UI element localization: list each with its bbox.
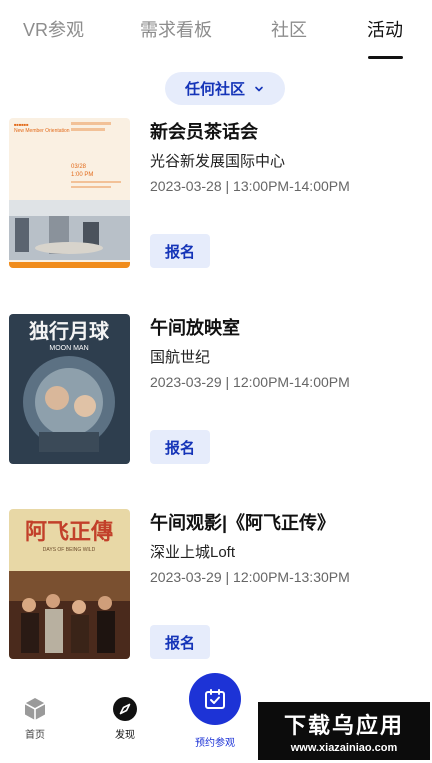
cube-icon [24, 698, 46, 720]
tab-events[interactable]: 活动 [367, 16, 403, 42]
community-filter-dropdown[interactable]: 任何社区 [165, 72, 285, 105]
event-card[interactable]: ■■■■■■ New Member Orientation 03/28 1:00… [0, 118, 432, 278]
event-poster-orientation: ■■■■■■ New Member Orientation 03/28 1:00… [9, 118, 130, 268]
poster-title: 阿飞正傳 [25, 519, 113, 544]
poster-date: 03/28 [71, 164, 87, 170]
event-title: 新会员茶话会 [150, 122, 258, 142]
community-filter-label: 任何社区 [184, 81, 245, 98]
tab-community[interactable]: 社区 [271, 16, 307, 42]
event-time: 2023-03-29 | 12:00PM-14:00PM [150, 374, 350, 390]
register-button[interactable]: 报名 [150, 430, 210, 464]
tab-vr-visit[interactable]: VR参观 [23, 16, 84, 42]
event-card[interactable]: 阿飞正傳 DAYS OF BEING WILD 午间观影|《阿飞正传》 深业上城… [0, 509, 432, 669]
watermark-logo: 下载乌应用 www.xiazainiao.com [258, 702, 430, 760]
top-tab-bar: VR参观 需求看板 社区 活动 [0, 0, 432, 60]
nav-book-visit-label: 预约参观 [195, 738, 235, 749]
nav-discover[interactable]: 发现 [95, 696, 155, 741]
event-card[interactable]: 独行月球 MOON MAN 午间放映室 国航世纪 2023-03-29 | 12… [0, 314, 432, 474]
event-poster-days-of-being-wild: 阿飞正傳 DAYS OF BEING WILD [9, 509, 130, 659]
nav-book-visit[interactable] [189, 673, 241, 725]
poster-time: 1:00 PM [71, 172, 93, 178]
nav-discover-label: 发现 [115, 730, 135, 741]
tab-demand-board[interactable]: 需求看板 [140, 16, 212, 42]
event-venue: 光谷新发展国际中心 [150, 153, 286, 170]
poster-subtitle: MOON MAN [49, 345, 88, 352]
poster-title: 独行月球 [29, 319, 110, 343]
event-title: 午间观影|《阿飞正传》 [150, 513, 336, 533]
event-poster-moon-man: 独行月球 MOON MAN [9, 314, 130, 464]
nav-home-label: 首页 [25, 730, 45, 741]
poster-heading-line1: New Member Orientation [14, 128, 70, 134]
event-venue: 国航世纪 [150, 349, 211, 366]
nav-home[interactable]: 首页 [5, 696, 65, 741]
calendar-check-icon [205, 689, 225, 709]
event-title: 午间放映室 [150, 318, 240, 338]
register-button[interactable]: 报名 [150, 234, 210, 268]
watermark-title: 下载乌应用 [283, 713, 404, 738]
chevron-down-icon [255, 86, 263, 91]
event-venue: 深业上城Loft [150, 544, 236, 561]
event-time: 2023-03-28 | 13:00PM-14:00PM [150, 178, 350, 194]
svg-text:■■■■■■: ■■■■■■ [14, 122, 29, 127]
active-tab-indicator [368, 56, 403, 59]
event-time: 2023-03-29 | 12:00PM-13:30PM [150, 569, 350, 585]
register-button[interactable]: 报名 [150, 625, 210, 659]
watermark-url: www.xiazainiao.com [290, 742, 398, 754]
poster-subtitle: DAYS OF BEING WILD [43, 547, 96, 553]
compass-icon [113, 697, 137, 721]
